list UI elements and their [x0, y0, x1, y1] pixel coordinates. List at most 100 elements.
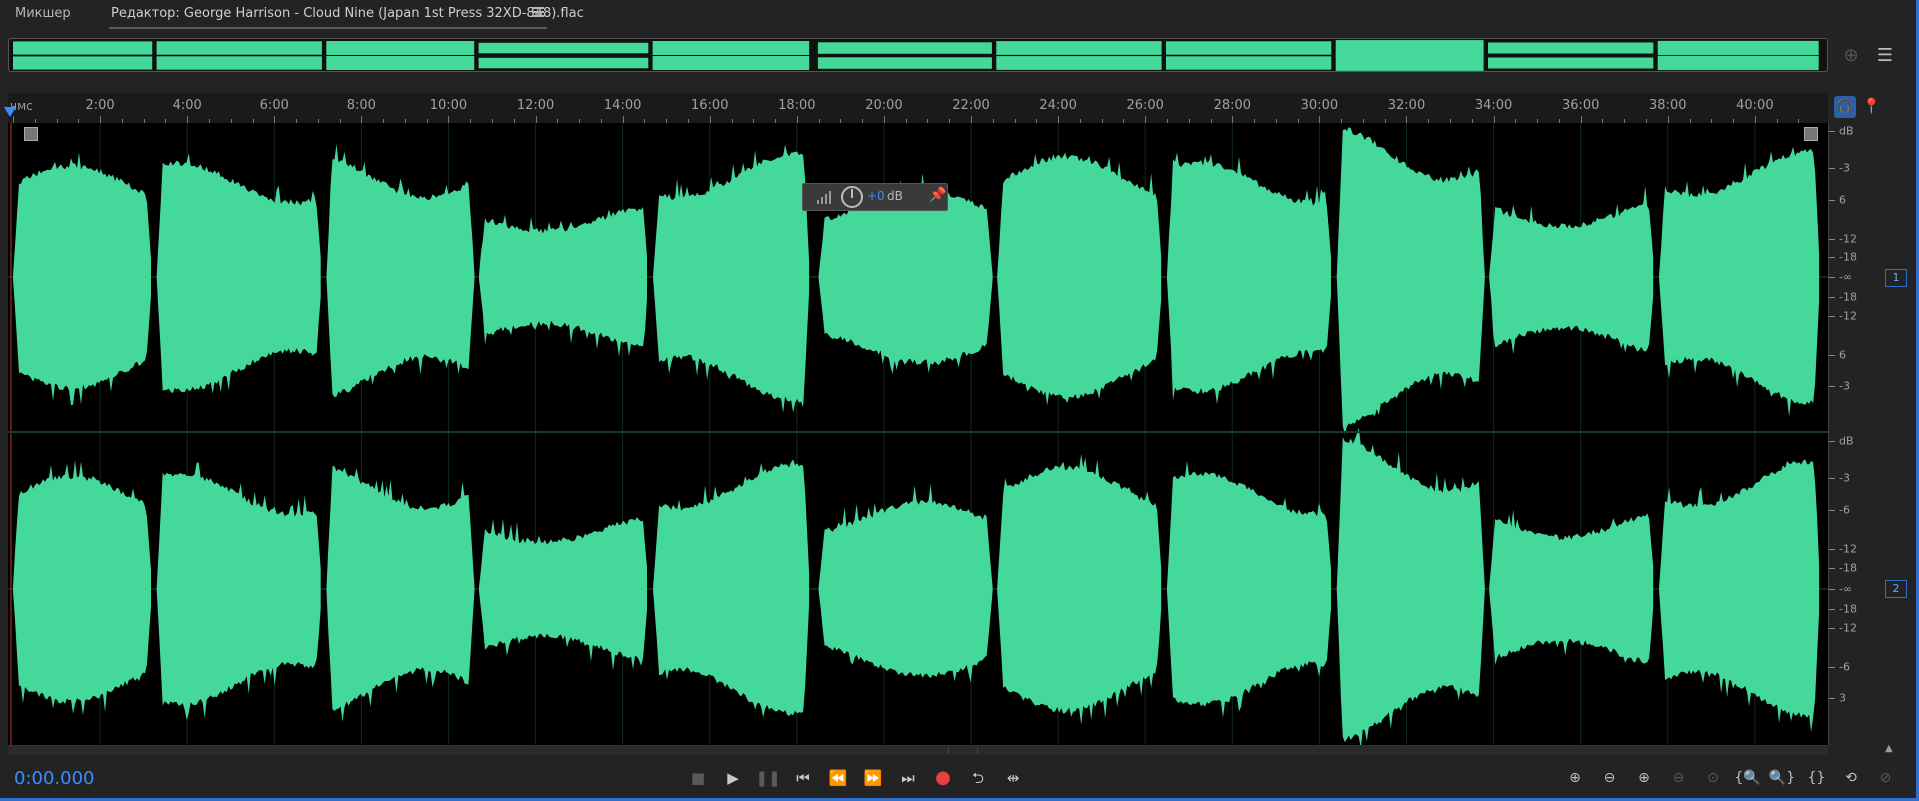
- db-scale-tick: [1829, 698, 1835, 699]
- db-scale-tick: [1829, 200, 1835, 201]
- zoom-in-amplitude-icon[interactable]: ⊕: [1560, 766, 1590, 790]
- amplitude-hud[interactable]: +0 dB 📌: [802, 183, 948, 211]
- channel-2-waveform: [13, 427, 1820, 745]
- pause-button[interactable]: ❚❚: [754, 766, 782, 790]
- scrollbar-grip[interactable]: [948, 748, 978, 753]
- stop-button[interactable]: ■: [684, 766, 712, 790]
- db-scale-label: -12: [1839, 542, 1857, 556]
- ruler-tick: [448, 116, 450, 123]
- ruler-tick: [274, 116, 276, 123]
- waveform-segment: [997, 152, 1162, 406]
- collapse-icon[interactable]: ▲: [1885, 743, 1893, 754]
- overview-segment: [326, 56, 475, 70]
- ruler-tick: [971, 116, 973, 123]
- db-scale-label: -6: [1839, 503, 1850, 517]
- channel-1-badge[interactable]: 1: [1885, 269, 1907, 287]
- waveform-segment: [1659, 146, 1820, 417]
- amplitude-scale[interactable]: dB -3 6 -12 -18 -∞ -18 -12 6 -3 dB -3 -6 -12 -18 -∞ -18 -…: [1828, 123, 1916, 745]
- overview-segment: [326, 41, 475, 55]
- ruler-tick: [1754, 116, 1756, 123]
- waveform-segment: [1659, 459, 1820, 733]
- overview-segment: [1488, 42, 1654, 54]
- zoom-out-amplitude-icon[interactable]: ⊖: [1595, 766, 1625, 790]
- fade-out-handle[interactable]: [1804, 127, 1818, 141]
- skip-selection-button[interactable]: ⇹: [999, 766, 1027, 790]
- waveform-segment: [818, 484, 993, 683]
- waveform-segment: [1167, 460, 1331, 718]
- overview-segment: [1166, 41, 1332, 55]
- zoom-in-time-icon[interactable]: ⊕: [1629, 766, 1659, 790]
- play-button[interactable]: ▶: [719, 766, 747, 790]
- ruler-tick: [796, 116, 798, 123]
- overview-segment: [996, 56, 1162, 70]
- volume-knob-icon[interactable]: [841, 186, 863, 208]
- horizontal-scrollbar[interactable]: [8, 745, 1828, 755]
- zoom-out-full-icon[interactable]: ⊙: [1698, 766, 1728, 790]
- ruler-tick: [1058, 116, 1060, 123]
- overview-segment: [1657, 55, 1819, 71]
- playhead-marker[interactable]: [4, 107, 16, 117]
- ruler-tick: [1319, 116, 1321, 123]
- headphones-icon[interactable]: 🎧: [1834, 96, 1856, 118]
- ruler-tick-label: 6:00: [259, 98, 289, 113]
- hud-gain-value[interactable]: +0: [867, 189, 885, 203]
- overview-segment: [996, 41, 1162, 55]
- waveform-segment: [326, 143, 475, 398]
- panel-tabs: Микшер Редактор: George Harrison - Cloud…: [0, 0, 1916, 30]
- go-to-start-button[interactable]: ⏮: [789, 766, 817, 790]
- go-to-end-button[interactable]: ⏭: [894, 766, 922, 790]
- zoom-reset-icon[interactable]: ⟲: [1836, 766, 1866, 790]
- ruler-tick-label: 36:00: [1561, 98, 1600, 113]
- ruler-tick: [100, 116, 102, 123]
- ruler-tick: [361, 116, 363, 123]
- ruler-tick: [709, 116, 711, 123]
- overview-segment: [1335, 55, 1484, 71]
- fade-in-handle[interactable]: [24, 127, 38, 141]
- overview-segment: [13, 41, 153, 55]
- level-bars-icon: [817, 191, 831, 204]
- overview-segment: [652, 56, 810, 70]
- current-time-display[interactable]: 0:00.000: [14, 768, 95, 789]
- db-scale-tick: [1829, 609, 1835, 610]
- rewind-button[interactable]: ⏪: [824, 766, 852, 790]
- db-scale-tick: [1829, 131, 1835, 132]
- db-scale-tick: [1829, 589, 1835, 590]
- tab-mixer[interactable]: Микшер: [15, 6, 71, 21]
- waveform-segment: [997, 453, 1162, 725]
- waveform-segment: [653, 144, 810, 413]
- db-scale-label: dB: [1839, 434, 1854, 448]
- zoom-in-right-icon[interactable]: 🔍}: [1767, 766, 1797, 790]
- db-scale-label: -12: [1839, 621, 1857, 635]
- db-scale-tick: [1829, 441, 1835, 442]
- record-button[interactable]: ●: [929, 766, 957, 790]
- db-scale-tick: [1829, 355, 1835, 356]
- zoom-selection-icon[interactable]: {}: [1802, 766, 1832, 790]
- ruler-tick-label: 14:00: [603, 98, 642, 113]
- time-ruler[interactable]: чмс 2:00 4:00 6:00 8:00 10:00 12:00 14:00 16:00…: [8, 93, 1828, 123]
- db-scale-tick: [1829, 478, 1835, 479]
- fast-forward-button[interactable]: ⏩: [859, 766, 887, 790]
- hud-pin-icon[interactable]: 📌: [929, 187, 947, 207]
- zoom-out-time-icon[interactable]: ⊖: [1664, 766, 1694, 790]
- overview-segment: [1335, 40, 1484, 56]
- ruler-tick-label: 8:00: [346, 98, 376, 113]
- db-scale-tick: [1829, 549, 1835, 550]
- waveform-display[interactable]: [8, 123, 1828, 745]
- zoom-in-left-icon[interactable]: {🔍: [1733, 766, 1763, 790]
- ruler-tick-label: 22:00: [952, 98, 990, 113]
- zoom-playhead-icon[interactable]: ⊘: [1871, 766, 1901, 790]
- list-icon[interactable]: ☰: [1874, 45, 1896, 67]
- loop-button[interactable]: ⮌: [964, 766, 992, 790]
- waveform-overview[interactable]: [8, 38, 1828, 72]
- zoom-center-icon[interactable]: ⊕: [1840, 45, 1862, 67]
- overview-segment: [1488, 57, 1654, 69]
- overview-channels: [13, 40, 1819, 71]
- tab-editor[interactable]: Редактор: George Harrison - Cloud Nine (…: [111, 6, 584, 21]
- pin-icon[interactable]: 📍: [1862, 97, 1881, 115]
- db-scale-label: -3: [1839, 161, 1850, 175]
- channel-2-badge[interactable]: 2: [1885, 580, 1907, 598]
- overview-segment: [478, 42, 649, 54]
- db-scale-label: -12: [1839, 232, 1857, 246]
- ruler-tick-label: 30:00: [1300, 98, 1339, 113]
- hamburger-icon[interactable]: [532, 7, 544, 18]
